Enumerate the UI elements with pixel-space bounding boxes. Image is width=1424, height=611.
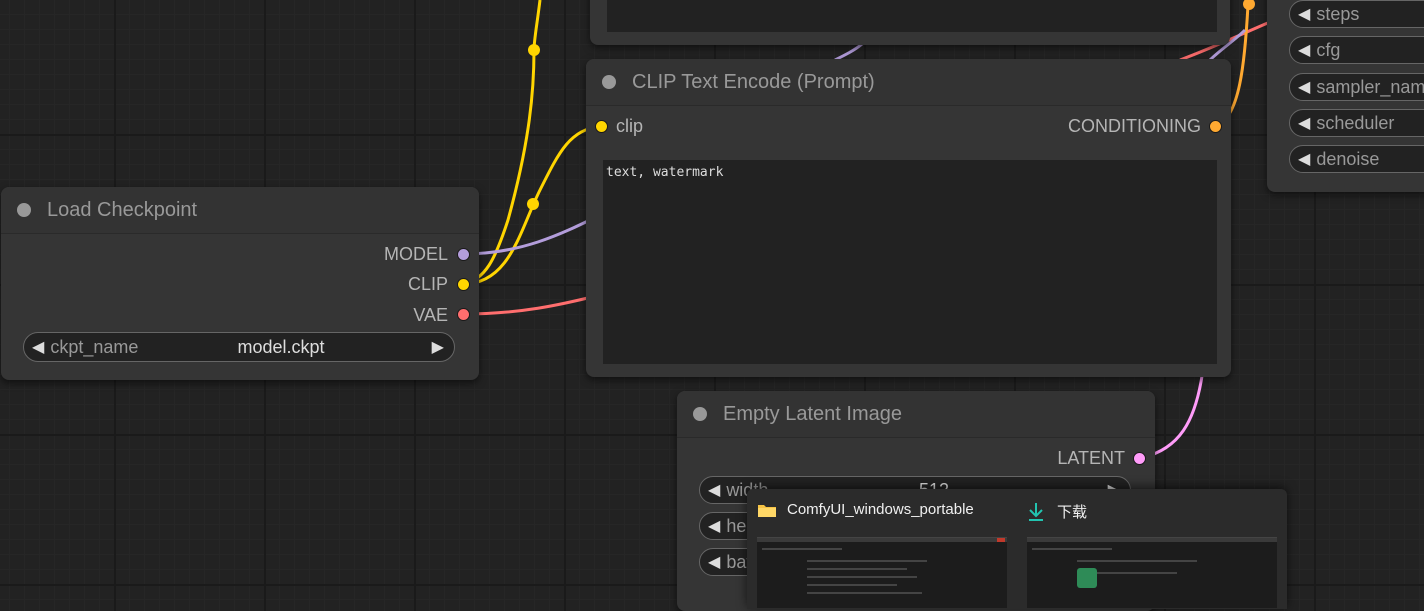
decrement-arrow-icon[interactable]: ◀ bbox=[1290, 77, 1316, 97]
node-title-bar[interactable]: Empty Latent Image bbox=[677, 391, 1155, 438]
output-slot-vae[interactable] bbox=[457, 308, 470, 321]
folder-icon bbox=[758, 504, 776, 517]
output-slot-latent[interactable] bbox=[1133, 452, 1146, 465]
node-title: Empty Latent Image bbox=[723, 402, 902, 425]
output-label-clip: CLIP bbox=[407, 274, 448, 294]
output-label-latent: LATENT bbox=[1057, 448, 1125, 468]
window1-title: ComfyUI_windows_portable bbox=[787, 501, 974, 518]
output-slot-conditioning[interactable] bbox=[1209, 120, 1222, 133]
output-slot-model[interactable] bbox=[457, 248, 470, 261]
node-title-bar[interactable]: Load Checkpoint bbox=[1, 187, 479, 234]
decrement-arrow-icon[interactable]: ◀ bbox=[1290, 149, 1316, 169]
denoise-widget[interactable]: ◀ denoise bbox=[1289, 145, 1424, 173]
output-slot-clip[interactable] bbox=[457, 278, 470, 291]
decrement-arrow-icon[interactable]: ◀ bbox=[1290, 40, 1316, 60]
download-icon bbox=[1029, 502, 1043, 521]
ksampler-node[interactable]: ◀ steps ◀ cfg ◀ sampler_name ◀ scheduler… bbox=[1267, 0, 1424, 192]
collapse-dot-icon[interactable] bbox=[17, 203, 31, 217]
node-title-bar[interactable]: CLIP Text Encode (Prompt) bbox=[586, 59, 1231, 106]
window2-header[interactable]: 下载 bbox=[1027, 501, 1087, 522]
decrement-arrow-icon[interactable]: ◀ bbox=[24, 337, 50, 357]
close-indicator bbox=[997, 538, 1005, 542]
window1-thumbnail[interactable] bbox=[757, 537, 1007, 608]
decrement-arrow-icon[interactable]: ◀ bbox=[700, 516, 726, 536]
node-title: Load Checkpoint bbox=[47, 198, 198, 221]
load-checkpoint-node[interactable]: Load Checkpoint MODEL CLIP VAE ◀ ckpt_na… bbox=[1, 187, 479, 380]
wire-model bbox=[462, 213, 601, 256]
decrement-arrow-icon[interactable]: ◀ bbox=[1290, 113, 1316, 133]
prompt-textarea[interactable]: text, watermark bbox=[603, 160, 1217, 364]
window2-thumbnail[interactable] bbox=[1027, 537, 1277, 608]
increment-arrow-icon[interactable]: ▶ bbox=[424, 337, 454, 357]
reroute-dot-1 bbox=[528, 44, 540, 56]
window1-header[interactable]: ComfyUI_windows_portable bbox=[757, 501, 974, 518]
sampler-name-widget[interactable]: ◀ sampler_name bbox=[1289, 73, 1424, 101]
collapse-dot-icon[interactable] bbox=[602, 75, 616, 89]
collapse-dot-icon[interactable] bbox=[693, 407, 707, 421]
node-title: CLIP Text Encode (Prompt) bbox=[632, 70, 875, 93]
decrement-arrow-icon[interactable]: ◀ bbox=[1290, 4, 1316, 24]
input-slot-clip[interactable] bbox=[595, 120, 608, 133]
clip-text-encode-node[interactable]: CLIP Text Encode (Prompt) clip CONDITION… bbox=[586, 59, 1231, 377]
output-label-vae: VAE bbox=[413, 305, 448, 325]
input-label-clip: clip bbox=[616, 116, 644, 136]
reroute-dot-2 bbox=[527, 198, 539, 210]
steps-widget[interactable]: ◀ steps bbox=[1289, 0, 1424, 28]
ckpt-value: model.ckpt bbox=[237, 336, 325, 357]
output-label-conditioning: CONDITIONING bbox=[1068, 116, 1201, 136]
wire-model-upper bbox=[834, 42, 863, 62]
top-node-textarea[interactable] bbox=[607, 0, 1217, 32]
window2-title: 下载 bbox=[1057, 504, 1088, 521]
cfg-widget[interactable]: ◀ cfg bbox=[1289, 36, 1424, 64]
wire-vae bbox=[462, 293, 601, 316]
top-node-partial[interactable] bbox=[590, 0, 1230, 45]
taskbar-preview-popup[interactable]: ComfyUI_windows_portable 下载 bbox=[747, 489, 1287, 609]
ckpt-name-widget[interactable]: ◀ ckpt_name model.ckpt ▶ bbox=[23, 332, 455, 362]
reroute-dot-orange bbox=[1243, 0, 1255, 10]
decrement-arrow-icon[interactable]: ◀ bbox=[700, 480, 726, 500]
output-label-model: MODEL bbox=[383, 244, 448, 264]
scheduler-widget[interactable]: ◀ scheduler bbox=[1289, 109, 1424, 137]
app-icon bbox=[1077, 568, 1097, 588]
decrement-arrow-icon[interactable]: ◀ bbox=[700, 552, 726, 572]
